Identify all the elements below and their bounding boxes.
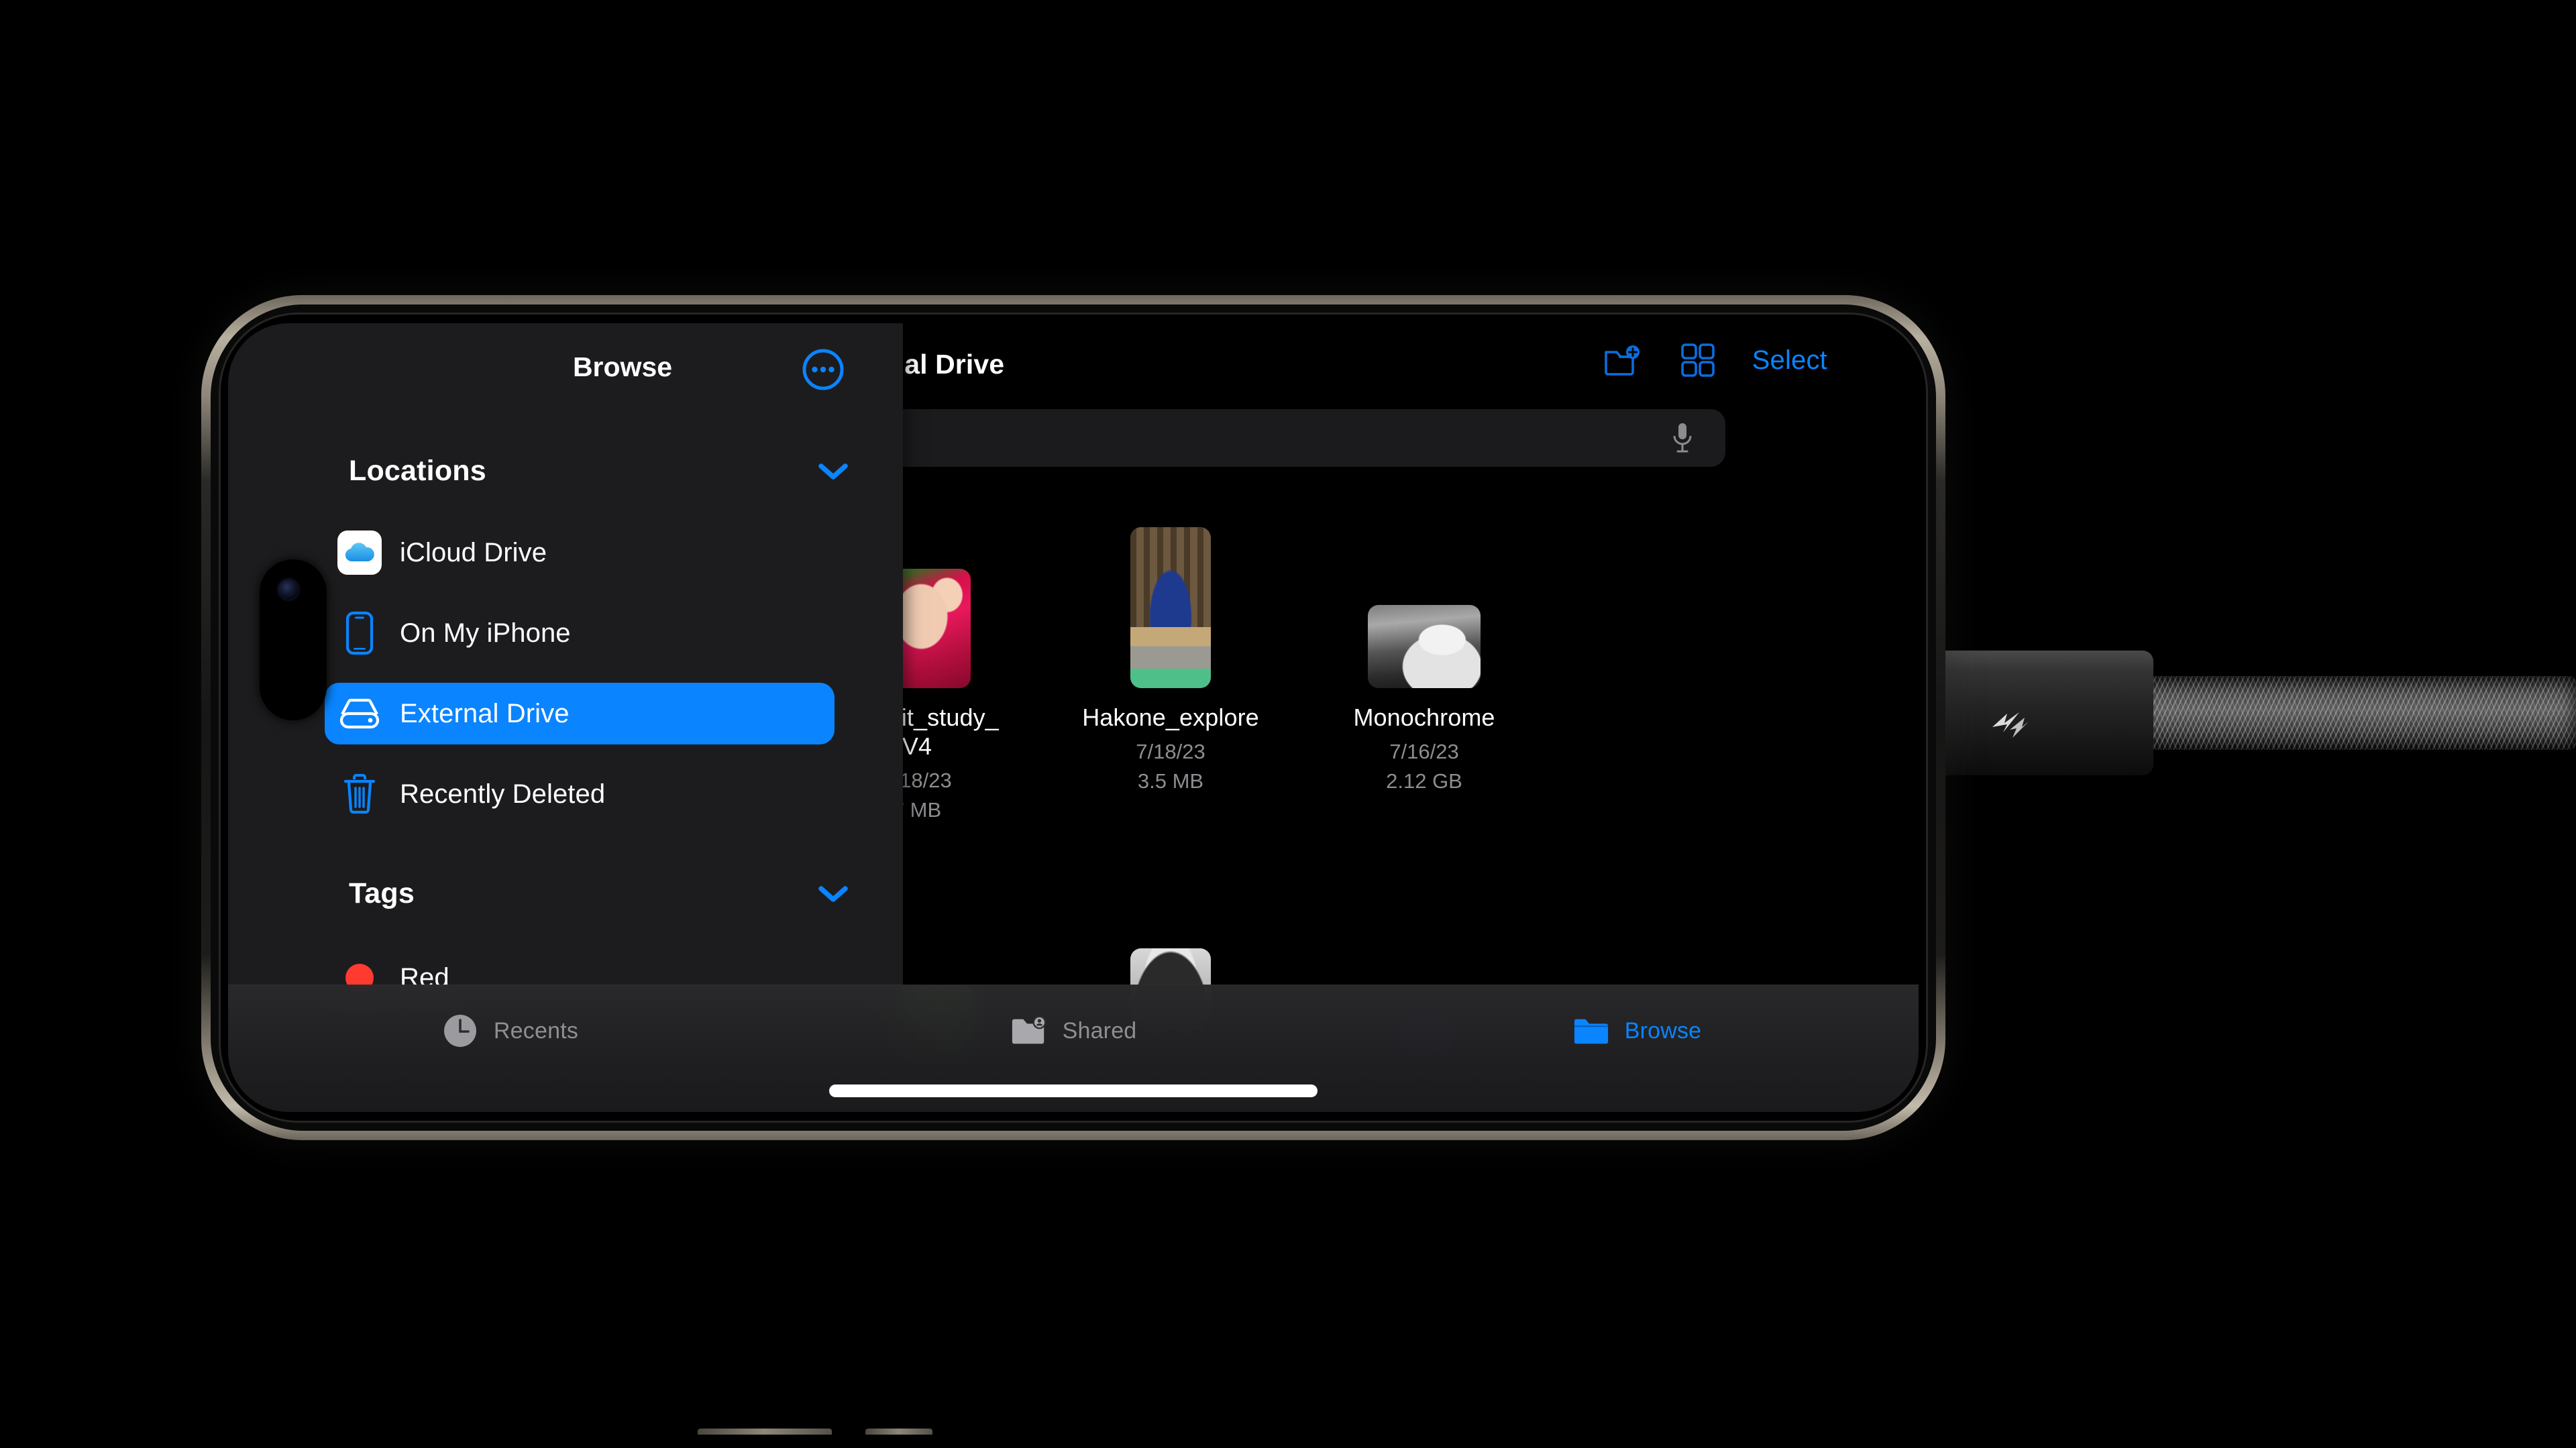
file-item[interactable]: Monochrome 7/16/23 2.12 GB <box>1297 491 1551 869</box>
section-label-tags: Tags <box>349 877 415 909</box>
file-item[interactable]: Hakone_explore 7/18/23 3.5 MB <box>1044 491 1297 869</box>
new-folder-button[interactable] <box>1602 339 1644 381</box>
file-name: Monochrome <box>1353 704 1495 731</box>
thunderbolt-cable <box>1925 644 2576 785</box>
tab-label: Shared <box>1062 1017 1137 1044</box>
chevron-down-icon[interactable] <box>816 883 851 904</box>
iphone-glyph <box>345 611 374 655</box>
grid-view-icon <box>1680 343 1715 377</box>
clock-icon <box>441 1012 479 1050</box>
shared-folder-icon <box>1010 1012 1048 1050</box>
front-camera-icon <box>278 579 299 600</box>
thumbnail-artwork <box>1130 527 1211 688</box>
section-header-locations[interactable]: Locations <box>349 451 851 491</box>
braided-cable <box>2140 676 2576 750</box>
thunderbolt-icon <box>1992 712 2029 738</box>
sidebar-item-label: iCloud Drive <box>400 537 547 567</box>
iphone-icon <box>337 610 382 656</box>
select-button[interactable]: Select <box>1752 345 1827 376</box>
tab-label: Recents <box>493 1017 579 1044</box>
section-label-locations: Locations <box>349 454 486 487</box>
sidebar-item-label: Recently Deleted <box>400 779 606 809</box>
file-size: 2.12 GB <box>1386 769 1462 793</box>
tab-label: Browse <box>1624 1017 1702 1044</box>
sidebar-item-external-drive[interactable]: External Drive <box>325 683 835 744</box>
thunderbolt-connector <box>1925 651 2153 775</box>
tab-recents[interactable]: Recents <box>228 999 792 1063</box>
external-drive-glyph <box>339 698 380 729</box>
new-folder-icon <box>1604 345 1640 376</box>
sidebar-item-on-my-iphone[interactable]: On My iPhone <box>325 602 835 664</box>
thumbnail-image <box>1368 605 1481 688</box>
tab-browse[interactable]: Browse <box>1355 999 1919 1063</box>
trash-icon <box>337 771 382 817</box>
sidebar-item-icloud-drive[interactable]: iCloud Drive <box>325 522 835 583</box>
dynamic-island <box>260 559 327 720</box>
sidebar-item-label: On My iPhone <box>400 618 571 648</box>
section-header-tags[interactable]: Tags <box>349 873 851 913</box>
thumbnail-image <box>1130 527 1211 688</box>
tab-bar: Recents Shared Browse <box>228 985 1919 1112</box>
file-thumbnail <box>1297 507 1551 688</box>
file-date: 7/18/23 <box>1136 740 1205 763</box>
tab-shared[interactable]: Shared <box>792 999 1355 1063</box>
scene-root: External Drive Select Portrait_study_ V4… <box>0 0 2576 1448</box>
more-options-button[interactable] <box>801 347 845 392</box>
files-app: External Drive Select Portrait_study_ V4… <box>228 323 1919 1112</box>
file-name: Hakone_explore <box>1082 704 1259 731</box>
folder-icon <box>1572 1012 1610 1050</box>
sidebar-item-recently-deleted[interactable]: Recently Deleted <box>325 763 835 825</box>
icloud-glyph <box>345 543 374 561</box>
grid-view-button[interactable] <box>1677 339 1719 381</box>
file-date: 7/16/23 <box>1389 740 1459 763</box>
microphone-icon[interactable] <box>1670 422 1695 455</box>
file-thumbnail <box>1044 507 1297 688</box>
sidebar-header: Browse <box>228 341 903 394</box>
nav-actions: Select <box>1602 339 1827 381</box>
tab-items: Recents Shared Browse <box>228 999 1919 1063</box>
more-circle-icon <box>802 349 844 390</box>
external-drive-icon <box>337 691 382 736</box>
home-indicator[interactable] <box>829 1084 1318 1097</box>
thumbnail-artwork <box>1368 605 1481 688</box>
phone-screen: External Drive Select Portrait_study_ V4… <box>228 323 1919 1112</box>
sidebar-item-label: External Drive <box>400 698 570 728</box>
sim-tray <box>865 1429 932 1435</box>
icloud-icon <box>337 530 382 575</box>
chevron-down-icon[interactable] <box>816 460 851 482</box>
trash-glyph <box>343 774 376 814</box>
speaker-grille <box>698 1429 832 1435</box>
file-size: 3.5 MB <box>1137 769 1204 793</box>
